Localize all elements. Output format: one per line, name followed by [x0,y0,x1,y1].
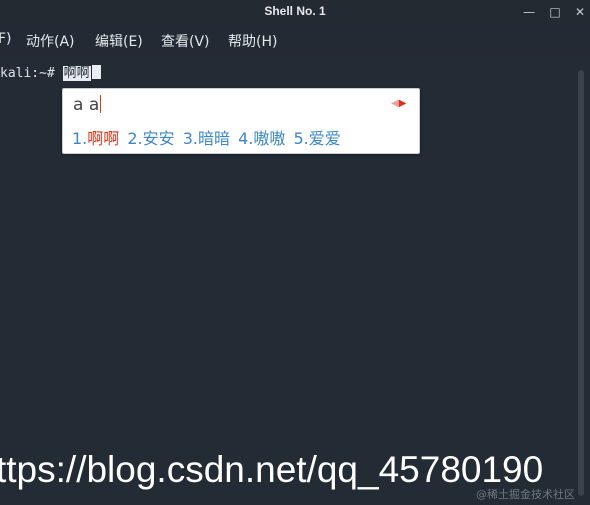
menu-help[interactable]: 帮助(H) [228,31,277,51]
prev-page-icon[interactable]: ◀ [391,98,399,109]
next-page-icon[interactable]: ▶ [399,98,407,109]
ime-preedit: a a [73,95,102,115]
terminal-cursor [91,65,101,79]
title-bar: Shell No. 1 — □ ✕ [0,0,590,24]
ime-caret [100,95,102,113]
ime-candidate-list: 1.啊啊 2.安安 3.暗暗 4.嗷嗷 5.爱爱 [72,125,344,149]
ime-candidate-5[interactable]: 5.爱爱 [294,125,341,149]
shell-prompt: kali:~# [0,66,63,81]
command-line: kali:~# 啊啊 [0,62,101,81]
menu-bar: F) 动作(A) 编辑(E) 查看(V) 帮助(H) [0,24,590,56]
maximize-icon[interactable]: □ [546,3,564,21]
csdn-watermark-url: ttps://blog.csdn.net/qq_45780190 [0,449,544,490]
menu-view[interactable]: 查看(V) [161,31,210,51]
minimize-icon[interactable]: — [520,3,538,21]
ime-pinyin-code: a a [73,95,100,115]
terminal-scrollbar[interactable] [578,70,584,496]
window-title: Shell No. 1 [264,4,326,18]
menu-action[interactable]: 动作(A) [26,31,75,51]
close-icon[interactable]: ✕ [571,3,589,21]
ime-candidate-4[interactable]: 4.嗷嗷 [238,125,285,149]
menu-edit[interactable]: 编辑(E) [95,31,143,51]
typed-text: 啊啊 [62,66,91,81]
menu-file[interactable]: F) [0,31,12,47]
ime-page-arrows: ◀▶ [391,98,406,109]
ime-candidate-window: a a ◀▶ 1.啊啊 2.安安 3.暗暗 4.嗷嗷 5.爱爱 [62,88,420,154]
juejin-watermark: @稀土掘金技术社区 [476,488,575,501]
ime-candidate-2[interactable]: 2.安安 [127,125,174,149]
ime-candidate-1[interactable]: 1.啊啊 [72,125,119,149]
ime-candidate-3[interactable]: 3.暗暗 [183,125,230,149]
